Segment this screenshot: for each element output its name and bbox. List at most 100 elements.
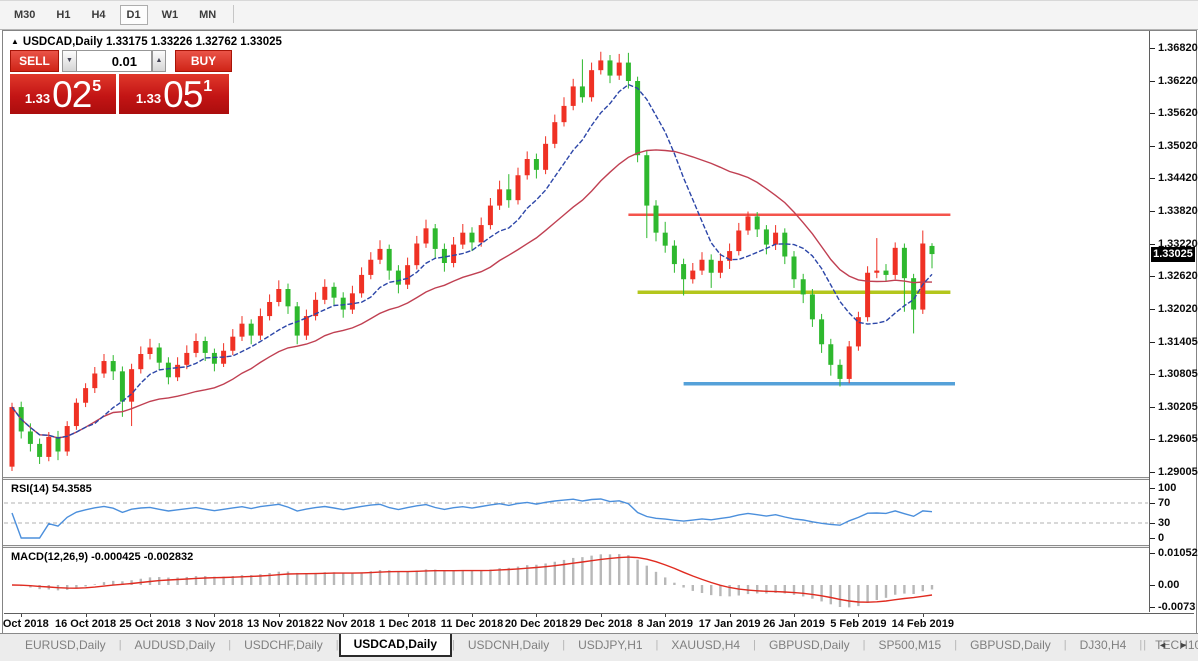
candle-body: [681, 264, 686, 279]
tab-usdcnh-daily[interactable]: USDCNH,Daily: [455, 634, 562, 657]
axis-tick-mark: [1150, 523, 1155, 524]
macd-scale-label: 0.010525: [1158, 546, 1198, 560]
volume-decrease-button[interactable]: ▼: [62, 50, 76, 72]
candle-body: [755, 216, 760, 229]
toolbar-separator: [233, 5, 234, 23]
candle-body: [424, 228, 429, 243]
axis-tick-mark: [1150, 211, 1155, 212]
rsi-scale-label: 30: [1158, 516, 1170, 530]
date-tick-mark: [858, 614, 859, 617]
candle-body: [608, 60, 613, 75]
candle-body: [460, 233, 465, 245]
tab-usdchf-daily[interactable]: USDCHF,Daily: [231, 634, 336, 657]
tab-eurusd-daily[interactable]: EURUSD,Daily: [12, 634, 119, 657]
candle-body: [350, 293, 355, 309]
candle-body: [203, 341, 208, 353]
candle-body: [230, 337, 235, 351]
macd-scale-label: -0.0073: [1158, 600, 1195, 614]
candle-body: [562, 106, 567, 122]
axis-tick-mark: [1150, 113, 1155, 114]
candle-body: [479, 225, 484, 242]
chart-tabs: EURUSD,Daily|AUDUSD,Daily|USDCHF,Daily|U…: [12, 634, 1198, 657]
price-tick-label: 1.30805: [1158, 367, 1198, 381]
triangle-down-icon: ▼: [66, 57, 73, 64]
candle-body: [828, 344, 833, 365]
timeframe-toolbar: M30 H1 H4 D1 W1 MN: [0, 0, 1198, 30]
candle-body: [690, 271, 695, 280]
axis-tick-mark: [1150, 607, 1155, 608]
tab-audusd-daily[interactable]: AUDUSD,Daily: [122, 634, 229, 657]
timeframe-button-h1[interactable]: H1: [49, 5, 77, 25]
candle-body: [184, 353, 189, 365]
candle-body: [819, 319, 824, 344]
candle-body: [874, 271, 879, 273]
candle-body: [276, 289, 281, 302]
candle-body: [433, 228, 438, 249]
candle-body: [166, 363, 171, 378]
candle-body: [672, 246, 677, 264]
tab-gbpusd-daily[interactable]: GBPUSD,Daily: [957, 634, 1064, 657]
candles: [10, 52, 935, 471]
candle-body: [893, 248, 898, 275]
tab-scroll-right-icon[interactable]: ►: [1179, 640, 1188, 650]
candle-body: [74, 403, 79, 426]
candle-body: [368, 260, 373, 275]
tab-gbpusd-daily[interactable]: GBPUSD,Daily: [756, 634, 863, 657]
ask-price-box[interactable]: 1.33 05 1: [119, 74, 229, 114]
bid-price-pipette: 5: [92, 78, 101, 96]
axis-tick-mark: [1150, 585, 1155, 586]
timeframe-button-m30[interactable]: M30: [7, 5, 42, 25]
timeframe-button-d1[interactable]: D1: [120, 5, 148, 25]
pane-splitter[interactable]: [3, 545, 1194, 548]
candle-body: [332, 287, 337, 298]
candle-body: [451, 245, 456, 263]
rsi-pane-canvas[interactable]: [4, 480, 1148, 545]
timeframe-button-h4[interactable]: H4: [84, 5, 112, 25]
candle-body: [571, 86, 576, 106]
candle-body: [46, 437, 51, 457]
candle-body: [157, 348, 162, 363]
candle-body: [175, 365, 180, 377]
candle-body: [718, 261, 723, 273]
candle-body: [525, 159, 530, 175]
tab-usdjpy-h1[interactable]: USDJPY,H1: [565, 634, 655, 657]
macd-scale-label: 0.00: [1158, 578, 1179, 592]
candle-body: [470, 233, 475, 243]
axis-tick-mark: [1150, 407, 1155, 408]
volume-input[interactable]: [76, 50, 152, 72]
trading-terminal-window: M30H1H4D1W1MN ▲USDCAD,Daily 1.33175 1.33…: [0, 0, 1198, 661]
tab-usdcad-daily[interactable]: USDCAD,Daily: [339, 634, 452, 657]
pane-splitter[interactable]: [3, 477, 1194, 480]
axis-tick-mark: [1150, 538, 1155, 539]
date-tick-mark: [665, 614, 666, 617]
macd-label: MACD(12,26,9) -0.000425 -0.002832: [11, 551, 193, 563]
chart-tab-bar: EURUSD,Daily|AUDUSD,Daily|USDCHF,Daily|U…: [0, 633, 1198, 661]
candle-body: [267, 302, 272, 316]
price-tick-label: 1.29005: [1158, 465, 1198, 479]
candle-body: [709, 260, 714, 273]
volume-increase-button[interactable]: ▲: [152, 50, 166, 72]
bid-price-big-digits: 02: [52, 79, 91, 111]
candle-body: [920, 244, 925, 310]
date-tick-mark: [601, 614, 602, 617]
bid-price-box[interactable]: 1.33 02 5: [10, 74, 116, 114]
date-tick-label: 14 Feb 2019: [875, 618, 971, 630]
candle-body: [792, 257, 797, 280]
buy-button[interactable]: BUY: [175, 50, 232, 72]
ask-price-big-digits: 05: [163, 79, 202, 111]
tab-dj30-h4[interactable]: DJ30,H4: [1067, 634, 1140, 657]
candle-body: [194, 341, 199, 353]
candle-body: [617, 63, 622, 76]
chart-window: ▲USDCAD,Daily 1.33175 1.33226 1.32762 1.…: [2, 30, 1197, 634]
axis-tick-mark: [1150, 503, 1155, 504]
sell-button[interactable]: SELL: [10, 50, 59, 72]
chart-symbol-label: USDCAD,Daily: [23, 36, 103, 48]
timeframe-button-mn[interactable]: MN: [192, 5, 223, 25]
tab-sp500-m15[interactable]: SP500,M15: [866, 634, 955, 657]
tab-xauusd-h4[interactable]: XAUUSD,H4: [658, 634, 753, 657]
timeframe-button-w1[interactable]: W1: [155, 5, 186, 25]
candle-body: [396, 271, 401, 285]
tab-scroll-left-icon[interactable]: ◄: [1158, 640, 1167, 650]
candle-body: [552, 122, 557, 144]
rsi-scale-label: 0: [1158, 531, 1164, 545]
